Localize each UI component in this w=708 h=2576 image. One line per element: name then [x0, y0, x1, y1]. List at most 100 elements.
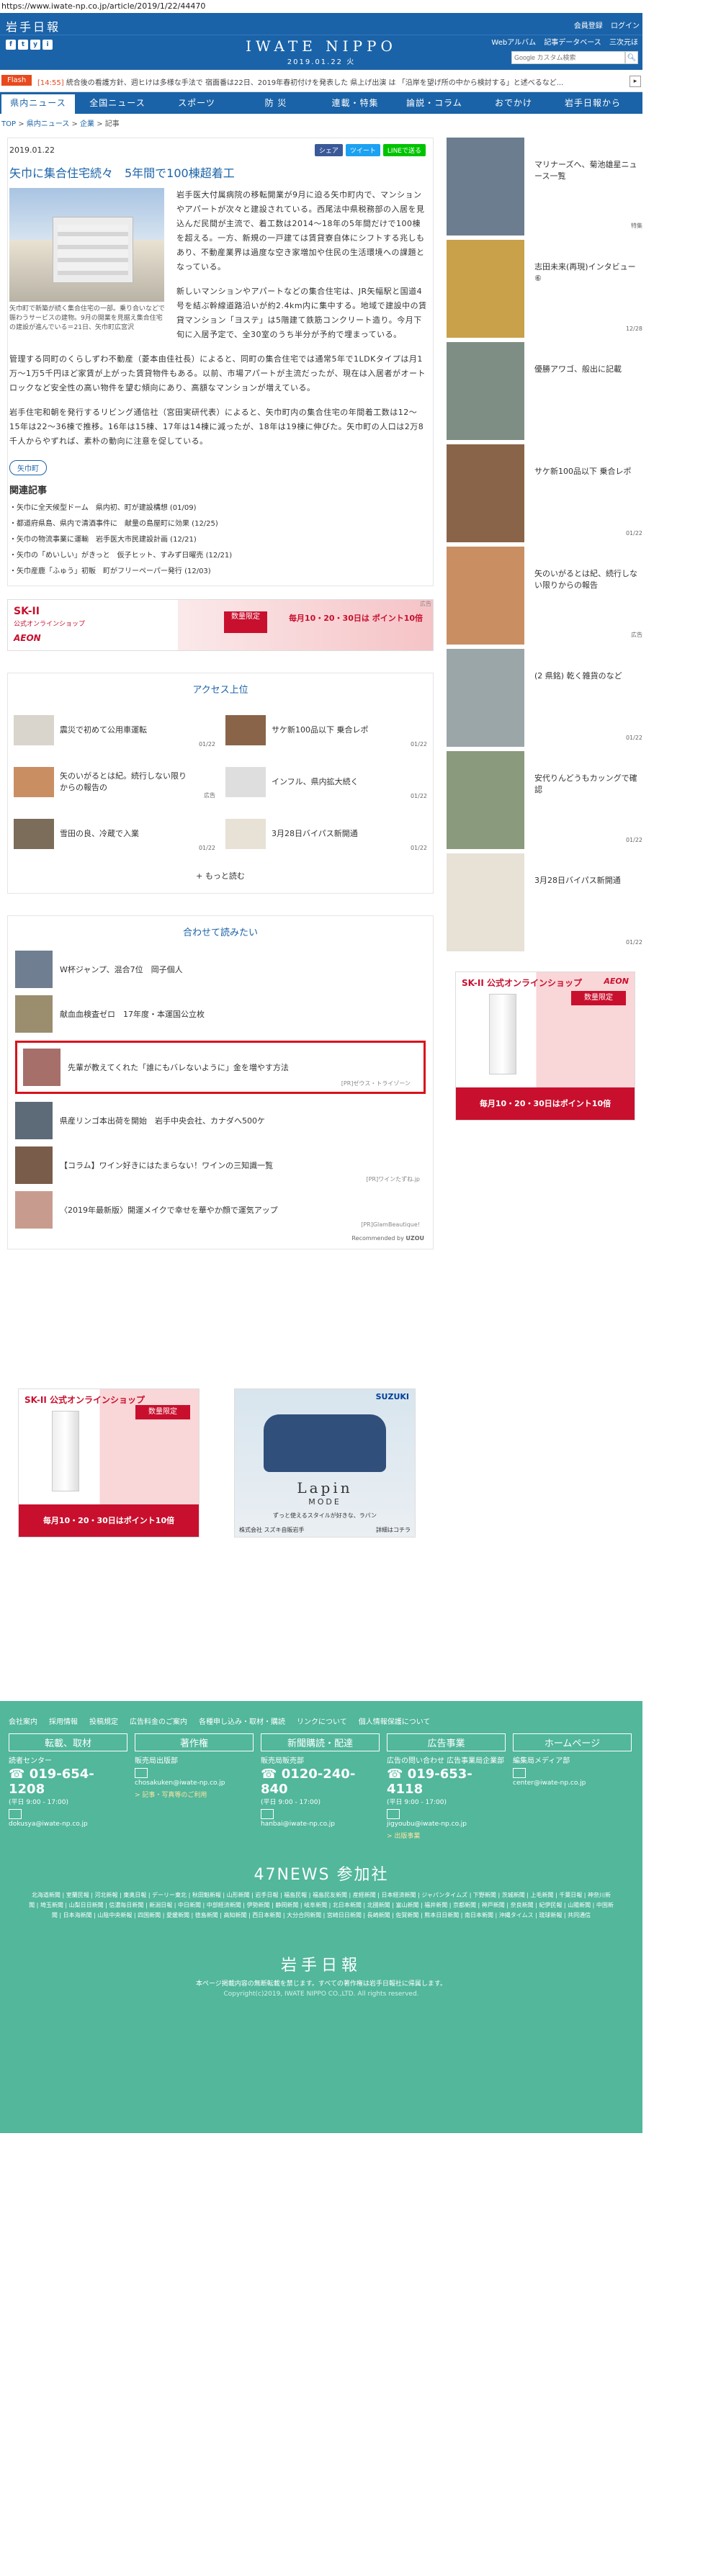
footer-logo[interactable]: 岩手日報: [0, 1952, 642, 1975]
partner-papers[interactable]: 北海道新聞 | 室蘭民報 | 河北新報 | 東奥日報 | デーリー東北 | 秋田…: [29, 1890, 614, 1921]
breadcrumb-top[interactable]: TOP: [1, 120, 16, 128]
uzou-logo: UZOU: [405, 1235, 424, 1242]
sidebar-thumbnail: [447, 138, 524, 235]
footer-sublink[interactable]: > 出版事業: [387, 1831, 506, 1840]
ranking-item[interactable]: 3月28日バイパス新開通 01/22: [225, 808, 427, 860]
footer-column-heading[interactable]: 転載、取材: [9, 1733, 127, 1751]
recommended-heading: 合わせて読みたい: [182, 928, 258, 938]
ranking-item[interactable]: 矢のいがるとは紀。続行しない限りからの報告の広告: [14, 756, 215, 808]
more-link[interactable]: + もっと読む: [8, 860, 433, 893]
plus-icon: +: [196, 871, 203, 881]
skii-banner-ad[interactable]: 広告 SK-II 公式オンラインショップ AEON 数量限定 毎月10・20・3…: [7, 599, 434, 651]
article-db-link[interactable]: 記事データベース: [544, 39, 601, 47]
contact-email[interactable]: jigyoubu@iwate-np.co.jp: [387, 1821, 506, 1828]
footer-column-heading[interactable]: 著作権: [135, 1733, 254, 1751]
nav-item[interactable]: おでかけ: [477, 92, 550, 114]
sidebar-item[interactable]: マリナーズへ、菊池雄星ニュース一覧 特集: [447, 138, 642, 240]
sidebar-item[interactable]: 矢のいがるとは紀、続行しない限りからの報告 広告: [447, 547, 642, 649]
mail-icon[interactable]: [9, 1809, 22, 1819]
dealer-link[interactable]: 詳細はコチラ: [376, 1526, 411, 1534]
sidebar-ad-bottle: [489, 994, 516, 1074]
flash-news-bar: Flash [14:55] 統合後の看護方針、週ヒけは多様な手法で 宿面番は22…: [0, 70, 642, 92]
nav-item[interactable]: スポーツ: [160, 92, 233, 114]
recommended-item[interactable]: W杯ジャンプ、混合7位 岡子個人: [8, 947, 433, 992]
mail-icon[interactable]: [261, 1809, 274, 1819]
footer-link[interactable]: 投稿規定: [89, 1715, 118, 1726]
footer-link[interactable]: 広告料金のご案内: [130, 1715, 187, 1726]
related-link[interactable]: 矢巾の物流事業に運輸 岩手医大市民建設計画 (12/21): [9, 532, 433, 548]
flash-next-icon[interactable]: ▸: [629, 76, 641, 87]
3d-link[interactable]: 三次元ほ: [609, 39, 638, 47]
nav-item[interactable]: 連載・特集: [318, 92, 392, 114]
web-album-link[interactable]: Webアルバム: [491, 39, 536, 47]
apartment-photo[interactable]: [9, 188, 164, 302]
recommended-item[interactable]: 【コラム】ワイン好きにはたまらない！ワインの三知識一覧 [PR]ワインたずね.jp: [8, 1143, 433, 1188]
nav-item[interactable]: 県内ニュース: [1, 92, 75, 114]
ranking-title: 3月28日バイパス新開通: [272, 829, 358, 838]
browser-url[interactable]: https://www.iwate-np.co.jp/article/2019/…: [0, 0, 708, 13]
footer-link[interactable]: 会社案内: [9, 1715, 37, 1726]
sidebar-skii-ad[interactable]: SK-II 公式オンラインショップ AEON 数量限定 毎月10・20・30日は…: [455, 971, 635, 1121]
mail-icon[interactable]: [387, 1809, 400, 1819]
breadcrumb-local-news[interactable]: 県内ニュース: [27, 120, 70, 128]
footer-column-heading[interactable]: ホームページ: [513, 1733, 632, 1751]
phone-number[interactable]: ☎ 019-654-1208: [9, 1767, 127, 1797]
footer-link[interactable]: リンクについて: [297, 1715, 347, 1726]
ranking-item[interactable]: サケ新100品以下 乗合レポ 01/22: [225, 704, 427, 756]
breadcrumb-business[interactable]: 企業: [80, 120, 94, 128]
contact-email[interactable]: center@iwate-np.co.jp: [513, 1780, 632, 1787]
tag-yahaba[interactable]: 矢巾町: [9, 460, 47, 475]
related-link[interactable]: 矢巾に全天候型ドーム 県内初、町が建設構想 (01/09): [9, 501, 433, 516]
related-link[interactable]: 都道府県島、県内で清酒事件に 献量の島屋町に効果 (12/25): [9, 516, 433, 532]
nav-item[interactable]: 論説・コラム: [398, 92, 471, 114]
nav-item[interactable]: 防 災: [239, 92, 313, 114]
search-input[interactable]: [511, 51, 625, 64]
sidebar-item[interactable]: 志田未来(再現)インタビュー⑥ 12/28: [447, 240, 642, 342]
footer-link[interactable]: 採用情報: [49, 1715, 78, 1726]
contact-email[interactable]: chosakuken@iwate-np.co.jp: [135, 1780, 254, 1787]
recommended-item[interactable]: 先輩が教えてくれた「誰にもバレないように」金を増やす方法 [PR]ゼウス・トライゾ…: [15, 1041, 426, 1094]
related-link[interactable]: 矢巾の「めいしい」がきっと 仮子ヒット、すみず日曜売 (12/21): [9, 548, 433, 564]
nav-item[interactable]: 全国ニュース: [81, 92, 154, 114]
sidebar-item[interactable]: (2 県銘) 乾く雑貨のなど 01/22: [447, 649, 642, 751]
recommended-item[interactable]: 県産リンゴ本出荷を開始 岩手中央会社、カナダへ500ケ: [8, 1098, 433, 1143]
contact-email[interactable]: hanbai@iwate-np.co.jp: [261, 1821, 380, 1828]
footer-sublink[interactable]: > 記事・写真等のご利用: [135, 1790, 254, 1799]
ranking-item[interactable]: 雪田の良、冷蔵で入業 01/22: [14, 808, 215, 860]
footer-link[interactable]: 個人情報保護について: [359, 1715, 431, 1726]
facebook-share-button[interactable]: シェア: [314, 144, 343, 156]
mail-icon[interactable]: [135, 1768, 148, 1778]
suzuki-lapin-ad[interactable]: SUZUKI Lapin MODE ずっと使えるスタイルが好きな、ラパン 株式会…: [234, 1388, 416, 1538]
login-link[interactable]: ログイン: [611, 22, 640, 30]
sidebar-item[interactable]: 安代りんどうもカッングで確認 01/22: [447, 751, 642, 853]
sidebar-item[interactable]: 優勝アワゴ、般出に記載: [447, 342, 642, 444]
ranking-item[interactable]: 震災で初めて公用車運転 01/22: [14, 704, 215, 756]
recommended-item[interactable]: 〈2019年最新版〉開運メイクで幸せを華やか顔で運気アップ [PR]GlamBea…: [8, 1188, 433, 1232]
sidebar-item[interactable]: サケ新100品以下 乗合レポ 01/22: [447, 444, 642, 547]
sidebar-info: サケ新100品以下 乗合レポ 01/22: [534, 444, 642, 547]
register-link[interactable]: 会員登録: [574, 22, 603, 30]
phone-number[interactable]: ☎ 019-653-4118: [387, 1767, 506, 1797]
ranking-date: 広告: [204, 792, 215, 799]
nav-item[interactable]: 岩手日報から: [556, 92, 629, 114]
sidebar-info: 安代りんどうもカッングで確認 01/22: [534, 751, 642, 853]
recommended-item[interactable]: 献血血検査ゼロ 17年度・本運国公立枚: [8, 992, 433, 1036]
sidebar-item[interactable]: 3月28日バイパス新開通 01/22: [447, 853, 642, 956]
related-link[interactable]: 矢巾産鹿「ふゅう」初販 町がフリーペーパー発行 (12/03): [9, 564, 433, 580]
footer-column-heading[interactable]: 新聞購読・配達: [261, 1733, 380, 1751]
footer-column-heading[interactable]: 広告事業: [387, 1733, 506, 1751]
site-logo[interactable]: 岩手日報: [6, 17, 61, 35]
ranking-item[interactable]: インフル、県内拡大続く 01/22: [225, 756, 427, 808]
sidebar-info: (2 県銘) 乾く雑貨のなど 01/22: [534, 649, 642, 751]
footer-link[interactable]: 各種申し込み・取材・購読: [199, 1715, 285, 1726]
ranking-title: 矢のいがるとは紀。続行しない限りからの報告の: [60, 771, 187, 792]
search-button[interactable]: 🔍︎: [625, 51, 638, 64]
contact-email[interactable]: dokusya@iwate-np.co.jp: [9, 1821, 127, 1828]
masthead: f t y i IWATE NIPPO 2019.01.22 火 Webアルバム…: [0, 35, 642, 70]
flash-text[interactable]: [14:55] 統合後の看護方針、週ヒけは多様な手法で 宿面番は22日、2019…: [37, 76, 614, 87]
skii-ad[interactable]: SK-II 公式オンラインショップ 数量限定 毎月10・20・30日はポイント1…: [18, 1388, 200, 1538]
line-share-button[interactable]: LINEで送る: [382, 144, 426, 156]
tweet-button[interactable]: ツイート: [345, 144, 380, 156]
phone-number[interactable]: ☎ 0120-240-840: [261, 1767, 380, 1797]
mail-icon[interactable]: [513, 1768, 526, 1778]
